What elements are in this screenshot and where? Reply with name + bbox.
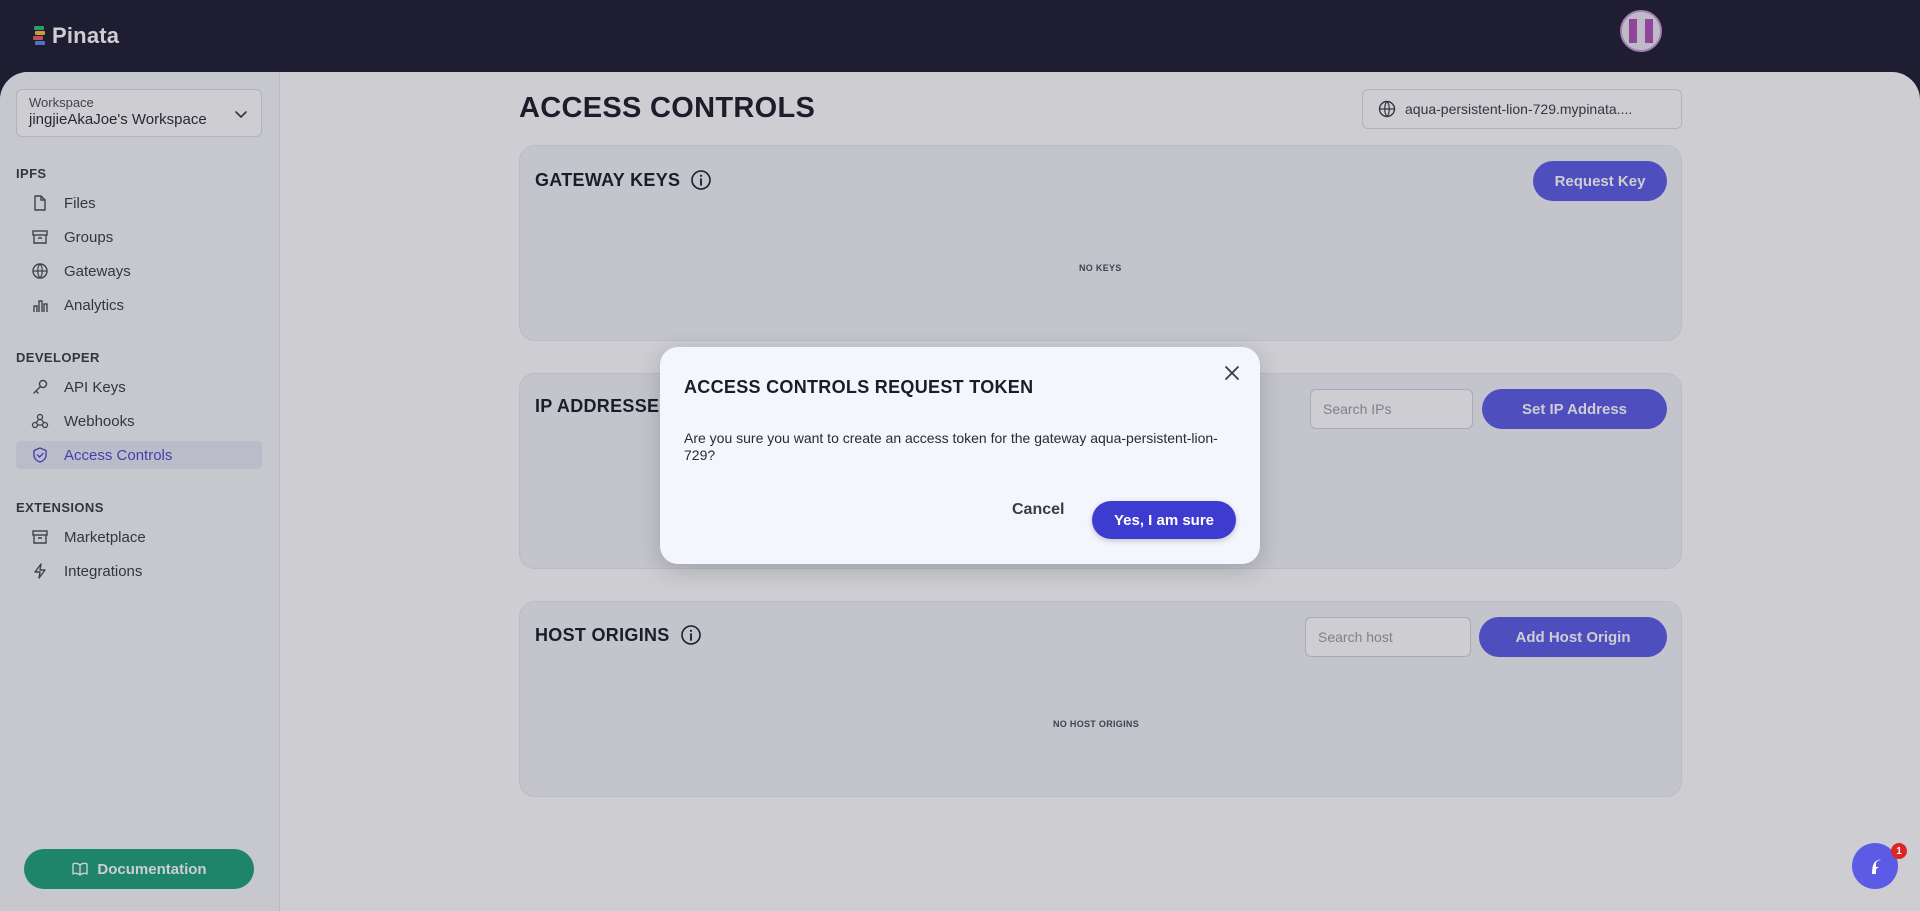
modal-message: Are you sure you want to create an acces… (684, 430, 1218, 463)
chat-logo-icon (1872, 859, 1881, 874)
cancel-button[interactable]: Cancel (1012, 501, 1064, 519)
notification-badge: 1 (1891, 843, 1907, 859)
close-icon[interactable] (1220, 361, 1244, 385)
confirm-button[interactable]: Yes, I am sure (1092, 501, 1236, 539)
modal-title: ACCESS CONTROLS REQUEST TOKEN (684, 377, 1034, 397)
